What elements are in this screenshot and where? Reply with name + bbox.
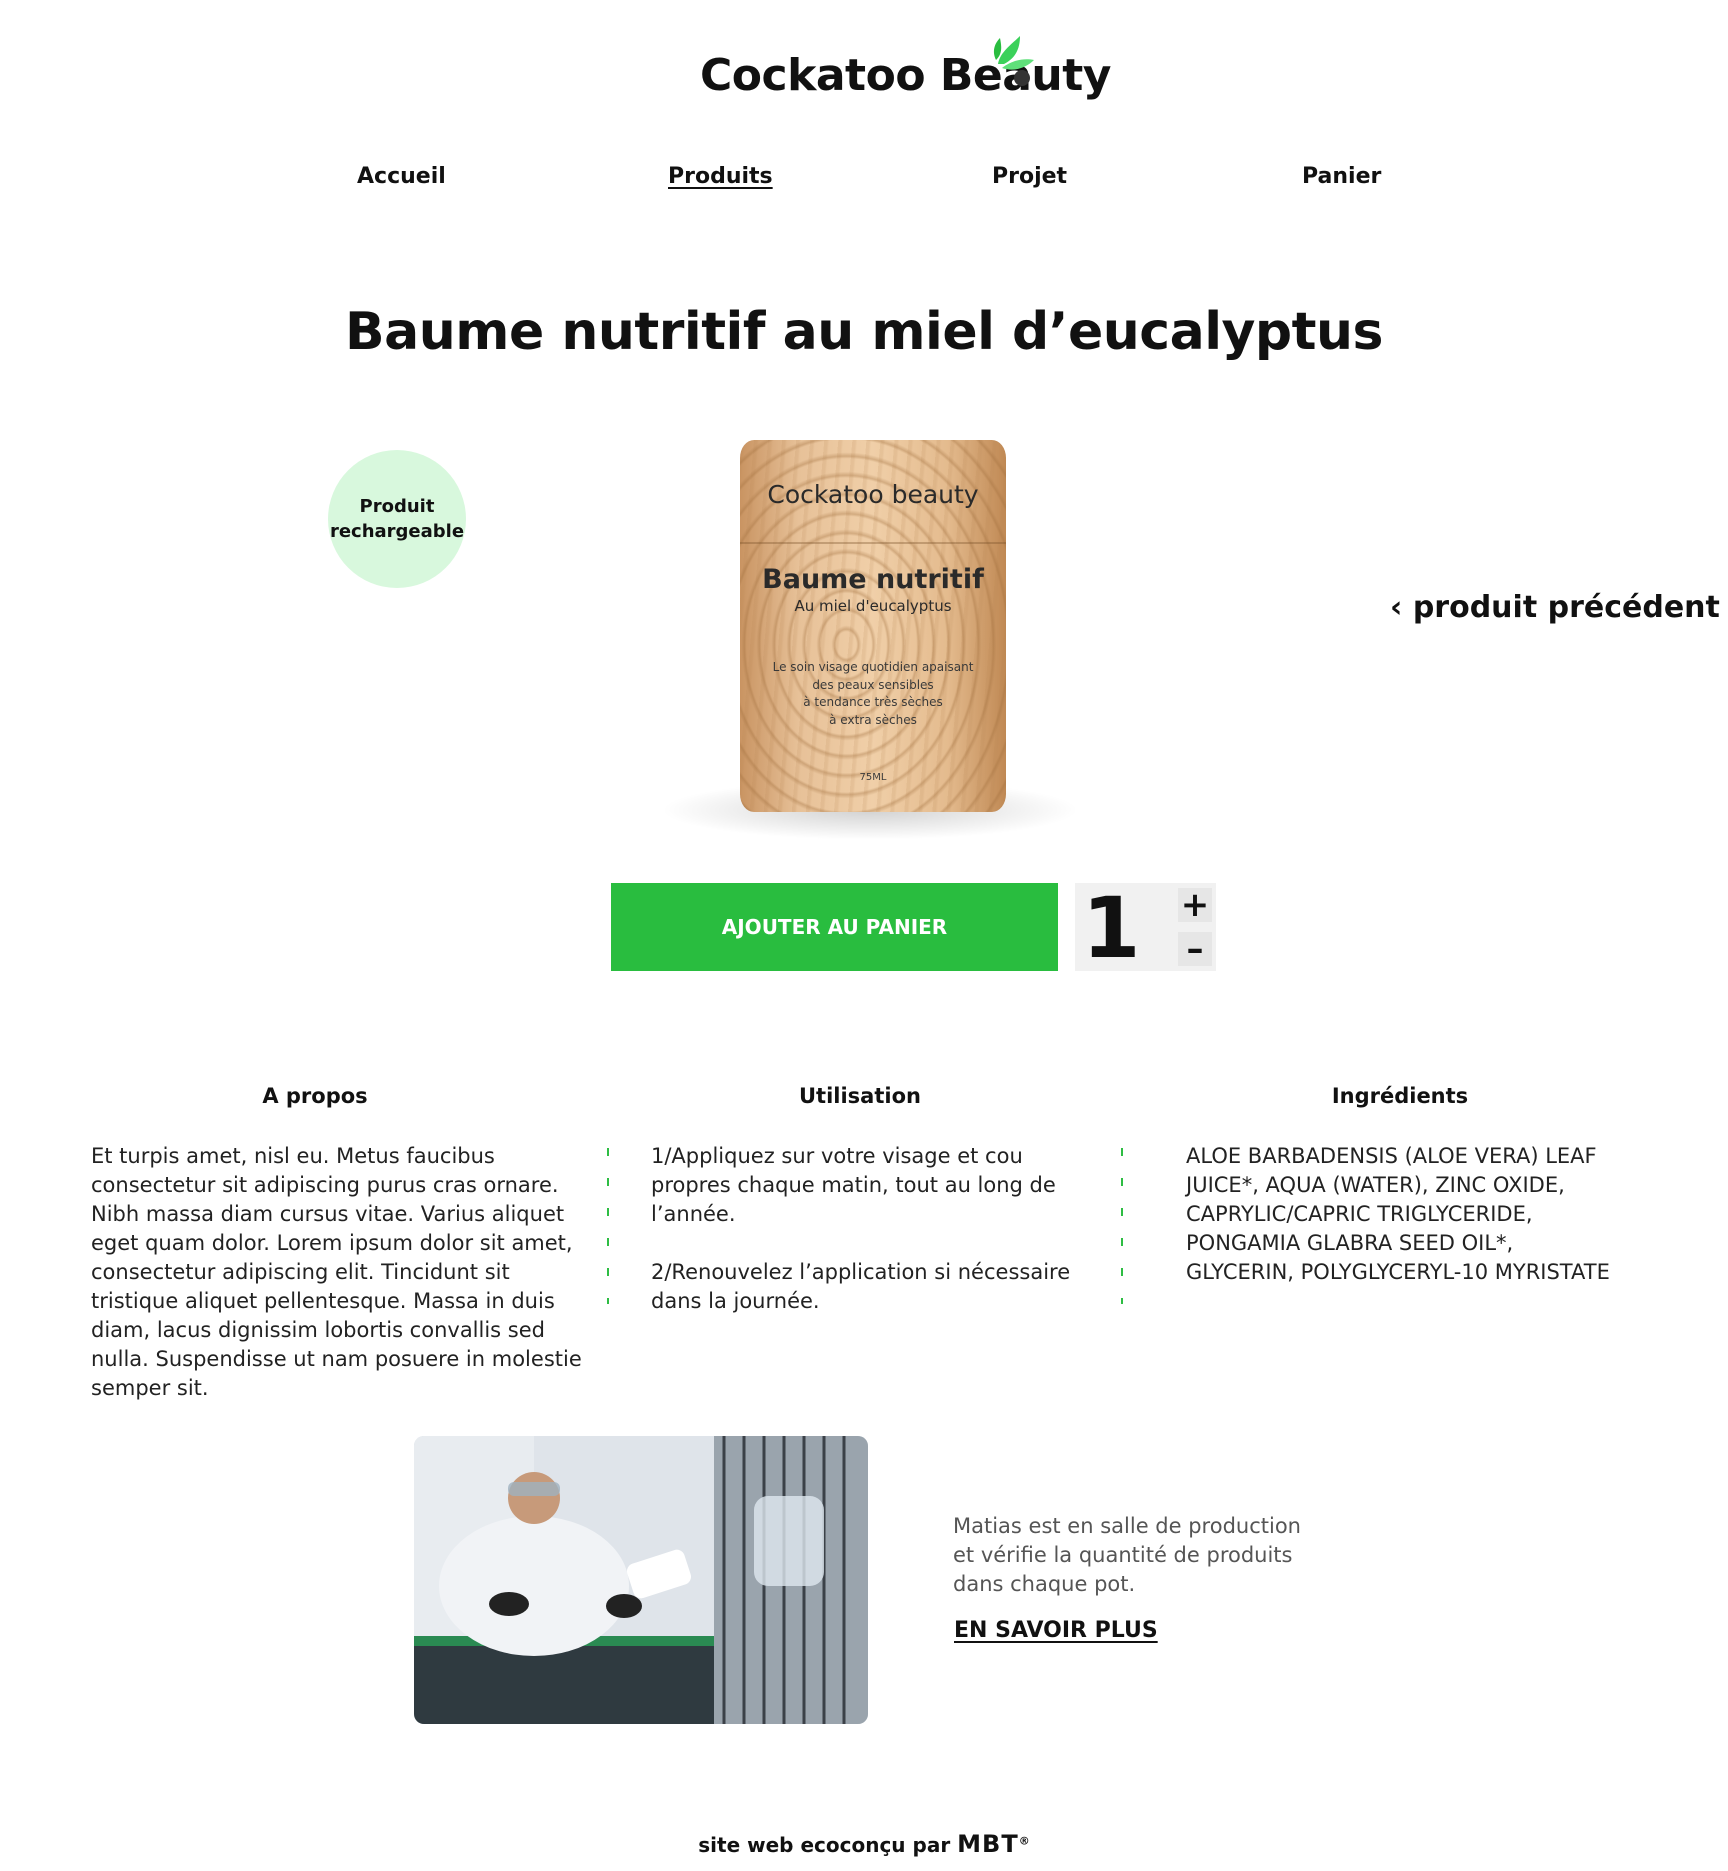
jar-product-subtitle: Au miel d'eucalyptus bbox=[794, 597, 952, 615]
jar-desc-line: à extra sèches bbox=[829, 712, 917, 727]
jar-desc-line: Le soin visage quotidien apaisant bbox=[772, 660, 974, 674]
nav-projet[interactable]: Projet bbox=[992, 164, 1067, 189]
about-title: A propos bbox=[262, 1084, 368, 1108]
jar-description: Le soin visage quotidien apaisant des pe… bbox=[760, 659, 986, 729]
about-text: Et turpis amet, nisl eu. Metus faucibus … bbox=[91, 1144, 582, 1400]
nav-produits[interactable]: Produits bbox=[668, 164, 773, 189]
column-divider bbox=[607, 1148, 609, 1304]
site-logo[interactable]: Cockatoo Beauty bbox=[700, 50, 1111, 101]
jar-lid-edge bbox=[740, 542, 1006, 544]
production-scene-illustration bbox=[414, 1436, 868, 1724]
registered-mark: ® bbox=[1018, 1834, 1030, 1848]
previous-product-label: produit précédent bbox=[1412, 590, 1720, 625]
badge-line-2: rechargeable bbox=[329, 521, 465, 542]
mbt-logo[interactable]: MBT bbox=[957, 1830, 1019, 1858]
decrease-quantity-button[interactable]: – bbox=[1178, 932, 1212, 966]
jar-brand-label: Cockatoo beauty bbox=[767, 480, 979, 509]
increase-quantity-button[interactable]: + bbox=[1178, 888, 1212, 922]
usage-step-2: 2/Renouvelez l’application si nécessaire… bbox=[651, 1260, 1071, 1313]
jar-desc-line: des peaux sensibles bbox=[812, 677, 934, 692]
badge-line-1: Produit bbox=[359, 496, 435, 517]
product-title: Baume nutritif au miel d’eucalyptus bbox=[345, 302, 1383, 362]
learn-more-link[interactable]: EN SAVOIR PLUS bbox=[954, 1618, 1158, 1643]
add-to-cart-button[interactable]: AJOUTER AU PANIER bbox=[611, 883, 1058, 971]
footer: site web ecoconçu par MBT® bbox=[0, 1830, 1728, 1858]
ingredients-text: ALOE BARBADENSIS (ALOE VERA) LEAF JUICE*… bbox=[1186, 1144, 1610, 1284]
previous-product-link[interactable]: ‹ produit précédent bbox=[1390, 590, 1720, 625]
cockatoo-leaf-icon bbox=[993, 36, 1034, 86]
footer-credit-text: site web ecoconçu par bbox=[698, 1833, 951, 1857]
nav-accueil[interactable]: Accueil bbox=[357, 164, 446, 189]
refillable-badge: Produit rechargeable bbox=[328, 450, 466, 588]
usage-text: 1/Appliquez sur votre visage et cou prop… bbox=[651, 1142, 1071, 1316]
usage-step-1: 1/Appliquez sur votre visage et cou prop… bbox=[651, 1144, 1056, 1226]
ingredients-title: Ingrédients bbox=[1331, 1084, 1469, 1108]
quantity-value[interactable]: 1 bbox=[1082, 884, 1140, 972]
chevron-left-icon: ‹ bbox=[1390, 590, 1403, 625]
usage-title: Utilisation bbox=[799, 1084, 921, 1108]
story-text: Matias est en salle de production et vér… bbox=[953, 1514, 1301, 1596]
jar-desc-line: à tendance très sèches bbox=[803, 695, 943, 709]
jar-product-name: Baume nutritif bbox=[762, 564, 984, 595]
production-photo bbox=[414, 1436, 868, 1724]
jar-volume: 75ML bbox=[859, 772, 887, 783]
column-divider bbox=[1121, 1148, 1123, 1304]
nav-panier[interactable]: Panier bbox=[1302, 164, 1381, 189]
